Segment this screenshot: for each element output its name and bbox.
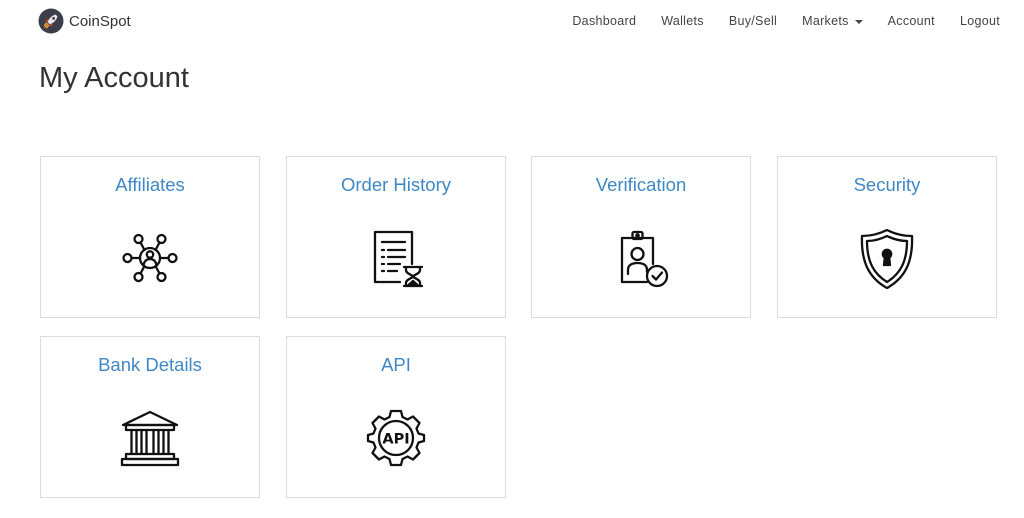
card-title: Bank Details — [98, 354, 202, 375]
nav-markets-dropdown[interactable]: Markets — [802, 14, 863, 28]
caret-down-icon — [854, 19, 863, 24]
nav-logout[interactable]: Logout — [960, 14, 1000, 28]
card-order-history[interactable]: Order History — [286, 156, 506, 318]
nav-wallets[interactable]: Wallets — [661, 14, 704, 28]
rocket-logo-icon — [38, 8, 64, 34]
brand-name: CoinSpot — [69, 12, 131, 30]
page-title: My Account — [39, 62, 189, 94]
top-navbar: CoinSpot Dashboard Wallets Buy/Sell Mark… — [0, 0, 1024, 42]
brand-link[interactable]: CoinSpot — [38, 8, 131, 34]
bank-building-icon — [118, 406, 182, 470]
svg-text:API: API — [382, 432, 409, 448]
card-title: API — [381, 354, 411, 375]
nav-account[interactable]: Account — [888, 14, 935, 28]
card-api[interactable]: API API — [286, 336, 506, 498]
api-gear-icon: API — [364, 406, 428, 470]
nav-markets-label: Markets — [802, 14, 849, 28]
nav-dashboard[interactable]: Dashboard — [572, 14, 636, 28]
nav-buy-sell[interactable]: Buy/Sell — [729, 14, 777, 28]
order-history-icon — [364, 226, 428, 290]
card-bank-details[interactable]: Bank Details — [40, 336, 260, 498]
card-title: Verification — [595, 174, 687, 195]
verification-badge-icon — [609, 226, 673, 290]
card-security[interactable]: Security — [777, 156, 997, 318]
card-affiliates[interactable]: Affiliates — [40, 156, 260, 318]
affiliate-network-icon — [118, 226, 182, 290]
card-title: Order History — [341, 174, 451, 195]
shield-keyhole-icon — [855, 226, 919, 290]
card-verification[interactable]: Verification — [531, 156, 751, 318]
nav-menu: Dashboard Wallets Buy/Sell Markets Accou… — [547, 0, 1000, 42]
card-title: Affiliates — [115, 174, 185, 195]
card-title: Security — [853, 174, 921, 195]
